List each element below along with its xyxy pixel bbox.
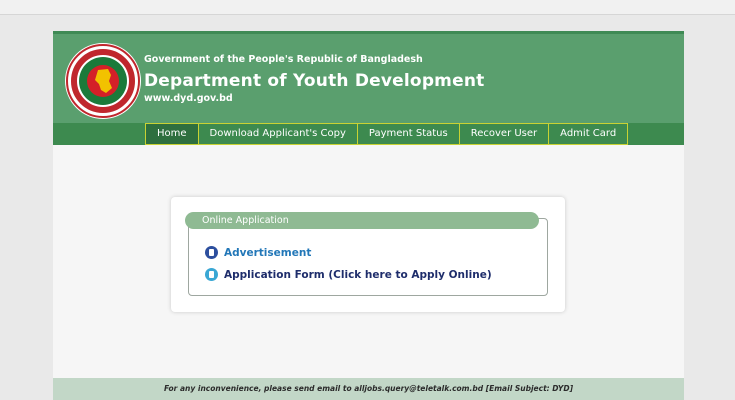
- main-navbar: Home Download Applicant's Copy Payment S…: [53, 123, 684, 145]
- application-form-link-label[interactable]: Application Form (Click here to Apply On…: [224, 269, 492, 281]
- site-header: Government of the People's Republic of B…: [53, 31, 684, 123]
- government-seal-logo: [65, 43, 141, 119]
- document-icon: [205, 246, 218, 259]
- advertisement-link-label[interactable]: Advertisement: [224, 247, 311, 259]
- department-title: Department of Youth Development: [144, 71, 485, 91]
- form-icon: [205, 268, 218, 281]
- panel-title: Online Application: [185, 212, 539, 229]
- website-url: www.dyd.gov.bd: [144, 93, 233, 104]
- government-title: Government of the People's Republic of B…: [144, 54, 423, 65]
- nav-payment-status[interactable]: Payment Status: [356, 123, 460, 145]
- application-form-link[interactable]: Application Form (Click here to Apply On…: [205, 268, 492, 281]
- footer-contact-note: For any inconvenience, please send email…: [53, 378, 684, 400]
- page-container: Government of the People's Republic of B…: [53, 31, 684, 400]
- advertisement-link[interactable]: Advertisement: [205, 246, 311, 259]
- nav-download-applicants-copy[interactable]: Download Applicant's Copy: [197, 123, 358, 145]
- nav-admit-card[interactable]: Admit Card: [548, 123, 629, 145]
- nav-home[interactable]: Home: [145, 123, 199, 145]
- browser-top-strip: [0, 0, 735, 15]
- nav-menu: Home Download Applicant's Copy Payment S…: [145, 123, 629, 145]
- nav-recover-user[interactable]: Recover User: [458, 123, 550, 145]
- online-application-card: Online Application Advertisement Applica…: [171, 197, 565, 312]
- main-content: Online Application Advertisement Applica…: [53, 145, 684, 377]
